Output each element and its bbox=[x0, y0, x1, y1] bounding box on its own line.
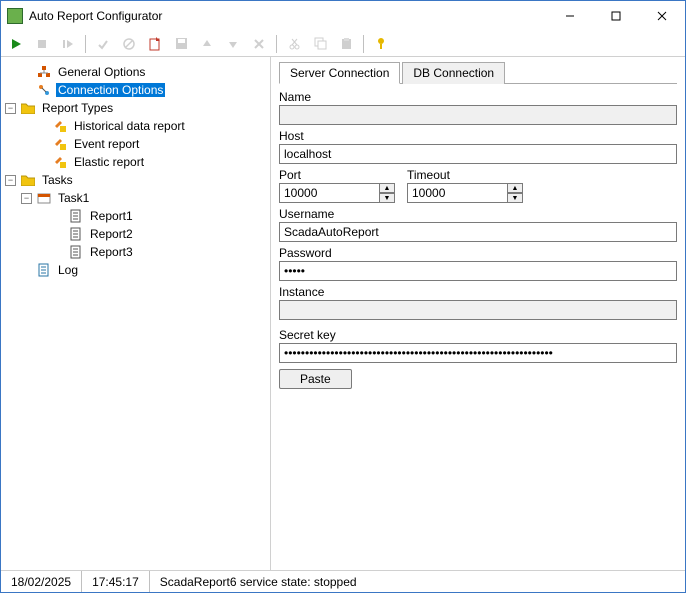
edit-button[interactable] bbox=[144, 33, 166, 55]
log-icon bbox=[36, 262, 52, 278]
save-button[interactable] bbox=[170, 33, 192, 55]
apply-button[interactable] bbox=[92, 33, 114, 55]
tree-node-report3[interactable]: Report3 bbox=[5, 243, 266, 261]
cut-button[interactable] bbox=[283, 33, 305, 55]
timeout-down-button[interactable]: ▼ bbox=[507, 193, 523, 203]
tab-bar: Server Connection DB Connection bbox=[279, 61, 677, 84]
nav-tree[interactable]: General Options Connection Options − Rep… bbox=[1, 57, 271, 570]
tab-server-connection[interactable]: Server Connection bbox=[279, 62, 400, 84]
paste-button[interactable]: Paste bbox=[279, 369, 352, 389]
delete-button[interactable] bbox=[248, 33, 270, 55]
status-date: 18/02/2025 bbox=[1, 571, 82, 592]
tree-node-task1[interactable]: − Task1 bbox=[5, 189, 266, 207]
tree-node-report-types[interactable]: − Report Types bbox=[5, 99, 266, 117]
port-down-button[interactable]: ▼ bbox=[379, 193, 395, 203]
toolbar bbox=[1, 31, 685, 57]
username-field[interactable] bbox=[279, 222, 677, 242]
timeout-field[interactable] bbox=[407, 183, 507, 203]
document-icon bbox=[68, 208, 84, 224]
folder-icon bbox=[20, 172, 36, 188]
tree-node-event[interactable]: Event report bbox=[5, 135, 266, 153]
tree-node-historical[interactable]: Historical data report bbox=[5, 117, 266, 135]
tree-node-general-options[interactable]: General Options bbox=[5, 63, 266, 81]
connection-form: Name Host Port ▲ ▼ bbox=[279, 84, 677, 393]
window-title: Auto Report Configurator bbox=[29, 9, 547, 23]
password-field[interactable] bbox=[279, 261, 677, 281]
collapse-icon[interactable]: − bbox=[5, 103, 16, 114]
step-button[interactable] bbox=[57, 33, 79, 55]
stop-button[interactable] bbox=[31, 33, 53, 55]
tree-node-report1[interactable]: Report1 bbox=[5, 207, 266, 225]
tree-node-connection-options[interactable]: Connection Options bbox=[5, 81, 266, 99]
folder-icon bbox=[20, 100, 36, 116]
secret-label: Secret key bbox=[279, 328, 677, 342]
tree-node-tasks[interactable]: − Tasks bbox=[5, 171, 266, 189]
report-type-icon bbox=[52, 154, 68, 170]
timeout-label: Timeout bbox=[407, 168, 527, 182]
move-down-button[interactable] bbox=[222, 33, 244, 55]
timeout-up-button[interactable]: ▲ bbox=[507, 183, 523, 193]
port-field[interactable] bbox=[279, 183, 379, 203]
name-label: Name bbox=[279, 90, 677, 104]
cancel-button[interactable] bbox=[118, 33, 140, 55]
username-label: Username bbox=[279, 207, 677, 221]
name-field bbox=[279, 105, 677, 125]
port-label: Port bbox=[279, 168, 399, 182]
connection-icon bbox=[36, 82, 52, 98]
run-button[interactable] bbox=[5, 33, 27, 55]
copy-button[interactable] bbox=[309, 33, 331, 55]
minimize-button[interactable] bbox=[547, 1, 593, 31]
detail-panel: Server Connection DB Connection Name Hos… bbox=[271, 57, 685, 570]
titlebar: Auto Report Configurator bbox=[1, 1, 685, 31]
host-label: Host bbox=[279, 129, 677, 143]
task-icon bbox=[36, 190, 52, 206]
document-icon bbox=[68, 244, 84, 260]
password-label: Password bbox=[279, 246, 677, 260]
collapse-icon[interactable]: − bbox=[5, 175, 16, 186]
secret-field[interactable] bbox=[279, 343, 677, 363]
maximize-button[interactable] bbox=[593, 1, 639, 31]
help-button[interactable] bbox=[370, 33, 392, 55]
report-type-icon bbox=[52, 136, 68, 152]
tree-node-elastic[interactable]: Elastic report bbox=[5, 153, 266, 171]
app-icon bbox=[7, 8, 23, 24]
move-up-button[interactable] bbox=[196, 33, 218, 55]
report-type-icon bbox=[52, 118, 68, 134]
document-icon bbox=[68, 226, 84, 242]
status-bar: 18/02/2025 17:45:17 ScadaReport6 service… bbox=[1, 570, 685, 592]
work-area: General Options Connection Options − Rep… bbox=[1, 57, 685, 570]
paste-button[interactable] bbox=[335, 33, 357, 55]
options-icon bbox=[36, 64, 52, 80]
host-field[interactable] bbox=[279, 144, 677, 164]
status-time: 17:45:17 bbox=[82, 571, 150, 592]
tree-node-report2[interactable]: Report2 bbox=[5, 225, 266, 243]
instance-label: Instance bbox=[279, 285, 677, 299]
tab-db-connection[interactable]: DB Connection bbox=[402, 62, 505, 84]
status-message: ScadaReport6 service state: stopped bbox=[150, 571, 685, 592]
port-up-button[interactable]: ▲ bbox=[379, 183, 395, 193]
tree-node-log[interactable]: Log bbox=[5, 261, 266, 279]
collapse-icon[interactable]: − bbox=[21, 193, 32, 204]
instance-field bbox=[279, 300, 677, 320]
close-button[interactable] bbox=[639, 1, 685, 31]
